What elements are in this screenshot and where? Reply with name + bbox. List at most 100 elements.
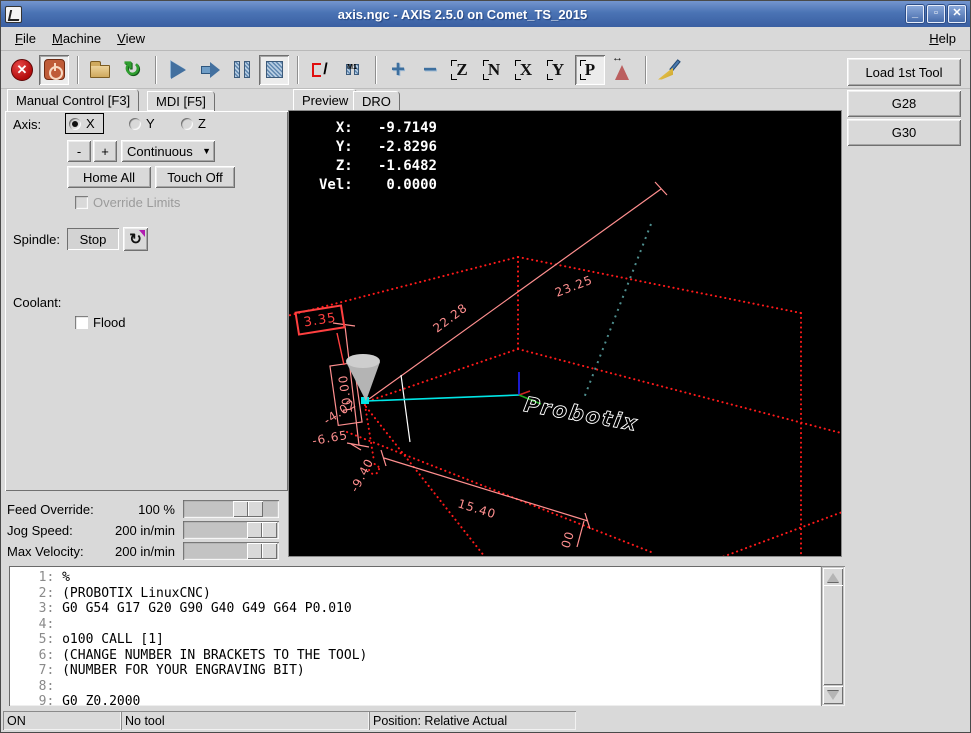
checkbox-icon: [75, 316, 88, 329]
down-arrow-icon: [827, 691, 839, 700]
feed-override-slider[interactable]: [183, 500, 279, 518]
view-x-icon: X: [517, 60, 535, 80]
flood-label: Flood: [93, 315, 126, 330]
jog-speed-slider[interactable]: [183, 521, 279, 539]
scrollbar-thumb[interactable]: [823, 585, 843, 685]
menu-file[interactable]: File: [7, 28, 44, 49]
run-program-button[interactable]: [163, 55, 193, 85]
view-z-rotated-button[interactable]: N: [479, 55, 509, 85]
toolbar-separator: [375, 56, 377, 84]
jog-minus-button[interactable]: -: [67, 140, 91, 162]
max-velocity-label: Max Velocity:: [7, 544, 115, 559]
reload-file-button[interactable]: ↻: [117, 55, 147, 85]
axis-x-label: X: [86, 116, 95, 131]
backplot-preview-canvas[interactable]: 22.28 23.25 -4.02 -6.65 -9.40 15.40 00 1…: [289, 111, 841, 556]
flood-checkbox[interactable]: Flood: [75, 315, 126, 330]
spindle-brake-button[interactable]: ↻: [123, 227, 148, 251]
gcode-line: 4:: [23, 617, 821, 633]
maximize-button[interactable]: ▫: [927, 5, 945, 23]
highlight-dim-line: [337, 333, 344, 365]
tab-manual-control[interactable]: Manual Control [F3]: [7, 89, 139, 111]
touch-off-button[interactable]: Touch Off: [155, 166, 235, 188]
step-icon: [201, 62, 220, 78]
zoom-out-icon: −: [423, 59, 437, 81]
radio-icon: [181, 118, 193, 130]
zoom-out-button[interactable]: −: [415, 55, 445, 85]
axis-z-label: Z: [198, 116, 206, 131]
g28-button[interactable]: G28: [847, 90, 961, 117]
view-z-rotated-icon: N: [485, 60, 503, 80]
power-icon: [44, 59, 65, 80]
view-perspective-icon: P: [582, 60, 598, 80]
clear-plot-button[interactable]: [653, 55, 683, 85]
stop-icon: [266, 61, 283, 78]
estop-button[interactable]: ✕: [7, 55, 37, 85]
open-folder-icon: [90, 65, 110, 78]
run-step-button[interactable]: [195, 55, 225, 85]
engraving-path-text: Probotix: [522, 392, 640, 436]
load-first-tool-button[interactable]: Load 1st Tool: [847, 58, 961, 86]
minimize-button[interactable]: _: [906, 5, 924, 23]
view-z-button[interactable]: Z: [447, 55, 477, 85]
dro-vel-line: Vel:0.0000: [319, 176, 437, 195]
reload-icon: ↻: [123, 60, 141, 80]
feed-override-row: Feed Override: 100 %: [7, 499, 287, 519]
override-limits-checkbox[interactable]: Override Limits: [75, 195, 180, 210]
dim-label: -6.65: [311, 428, 349, 448]
skip-lines-button[interactable]: /: [305, 55, 335, 85]
toolbar-separator: [77, 56, 79, 84]
zoom-in-button[interactable]: +: [383, 55, 413, 85]
max-velocity-slider[interactable]: [183, 542, 279, 560]
up-arrow-icon: [827, 573, 839, 582]
window-title: axis.ngc - AXIS 2.5.0 on Comet_TS_2015: [22, 7, 903, 22]
menu-view[interactable]: View: [109, 28, 153, 49]
axis-radio-y[interactable]: Y: [129, 116, 155, 131]
optional-stop-m1-icon: M1: [346, 64, 359, 75]
tab-preview[interactable]: Preview: [293, 89, 357, 111]
scroll-down-button[interactable]: [823, 686, 843, 704]
jog-mode-dropdown[interactable]: Continuous ▼: [121, 140, 215, 162]
open-file-button[interactable]: [85, 55, 115, 85]
rotate-view-button[interactable]: ↔: [607, 55, 637, 85]
gcode-line: 6:(CHANGE NUMBER IN BRACKETS TO THE TOOL…: [23, 648, 821, 664]
tab-mdi[interactable]: MDI [F5]: [147, 91, 215, 111]
dim-label: 15.40: [456, 496, 498, 521]
rotate-view-icon: ↔: [612, 59, 632, 81]
machine-power-button[interactable]: [39, 55, 69, 85]
gcode-line: 1:%: [23, 570, 821, 586]
view-perspective-button[interactable]: P: [575, 55, 605, 85]
application-window: axis.ngc - AXIS 2.5.0 on Comet_TS_2015 _…: [0, 0, 971, 733]
toolpath-line: [366, 395, 519, 401]
scroll-up-button[interactable]: [823, 568, 843, 586]
pause-button[interactable]: [227, 55, 257, 85]
slider-handle[interactable]: [233, 501, 263, 517]
stop-button[interactable]: [259, 55, 289, 85]
view-x-button[interactable]: X: [511, 55, 541, 85]
g30-button[interactable]: G30: [847, 119, 961, 146]
title-bar[interactable]: axis.ngc - AXIS 2.5.0 on Comet_TS_2015 _…: [1, 1, 970, 27]
gcode-line: 7:(NUMBER FOR YOUR ENGRAVING BIT): [23, 663, 821, 679]
tab-dro[interactable]: DRO: [353, 91, 400, 111]
app-icon[interactable]: [5, 6, 22, 23]
axis-radio-z[interactable]: Z: [181, 116, 206, 131]
view-y-icon: Y: [549, 60, 567, 80]
axis-radio-x[interactable]: X: [65, 113, 104, 134]
max-velocity-value: 200 in/min: [115, 544, 183, 559]
slider-handle[interactable]: [247, 543, 277, 559]
spindle-stop-button[interactable]: Stop: [67, 228, 119, 250]
optional-stop-button[interactable]: M1: [337, 55, 367, 85]
coolant-label: Coolant:: [13, 295, 61, 310]
gcode-listing[interactable]: 1:% 2:(PROBOTIX LinuxCNC) 3:G0 G54 G17 G…: [9, 566, 821, 706]
menu-help[interactable]: Help: [921, 28, 964, 49]
slider-handle[interactable]: [247, 522, 277, 538]
close-button[interactable]: ✕: [948, 5, 966, 23]
menu-machine[interactable]: Machine: [44, 28, 109, 49]
jog-plus-button[interactable]: +: [93, 140, 117, 162]
menu-bar: File Machine View Help: [1, 27, 970, 51]
jog-mode-value: Continuous: [127, 144, 193, 159]
home-all-button[interactable]: Home All: [67, 166, 151, 188]
feed-override-label: Feed Override:: [7, 502, 115, 517]
radio-selected-icon: [69, 118, 81, 130]
view-y-button[interactable]: Y: [543, 55, 573, 85]
gcode-scrollbar[interactable]: [821, 566, 845, 706]
